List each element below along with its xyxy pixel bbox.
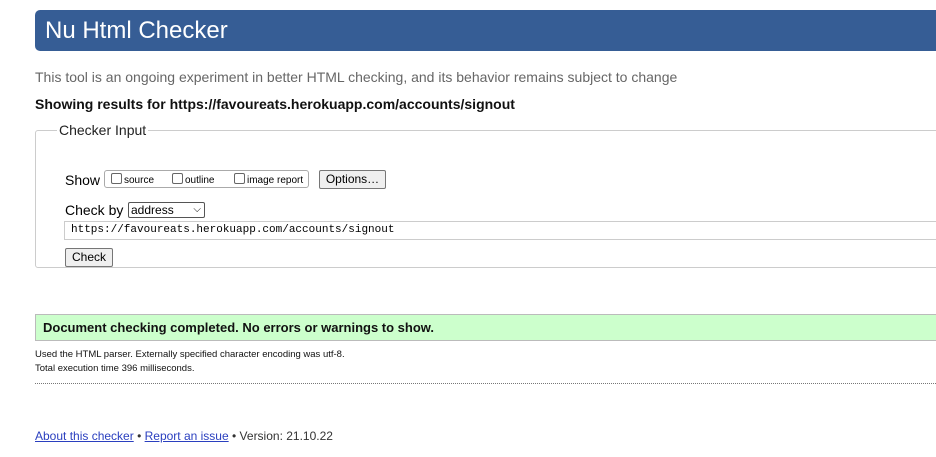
page-title: Nu Html Checker [35,10,936,51]
intro-text: This tool is an ongoing experiment in be… [35,69,678,85]
footer-separator: • [232,429,237,443]
checker-input-legend: Checker Input [59,122,147,138]
check-by-select[interactable]: address ⌵ [128,202,205,218]
result-details: Used the HTML parser. Externally specifi… [35,348,345,376]
report-issue-link[interactable]: Report an issue [145,429,229,443]
chevron-down-icon: ⌵ [193,204,201,215]
showing-results-heading: Showing results for https://favoureats.h… [35,96,515,112]
check-by-value: address [131,203,174,217]
show-label: Show [65,172,101,188]
source-label: source [124,175,155,186]
version-text: Version: 21.10.22 [239,429,333,443]
image-report-label: image report [247,175,304,186]
url-input[interactable]: https://favoureats.herokuapp.com/account… [64,221,936,240]
outline-label: outline [185,175,215,186]
show-source-option[interactable]: source [111,173,154,186]
check-by-label: Check by [65,202,124,218]
checker-input-fieldset: Checker Input Show source outline image … [35,122,936,268]
show-options-group: source outline image report [104,170,309,188]
parser-note: Used the HTML parser. Externally specifi… [35,349,345,360]
about-checker-link[interactable]: About this checker [35,429,134,443]
success-status-banner: Document checking completed. No errors o… [35,314,936,341]
image-report-checkbox[interactable] [234,173,245,184]
check-button[interactable]: Check [65,248,113,267]
dotted-divider [35,383,936,384]
options-button[interactable]: Options… [319,170,386,189]
source-checkbox[interactable] [111,173,122,184]
footer-separator: • [137,429,142,443]
show-outline-option[interactable]: outline [172,173,214,186]
outline-checkbox[interactable] [172,173,183,184]
execution-time: Total execution time 396 milliseconds. [35,363,195,374]
footer: About this checker • Report an issue • V… [35,429,333,443]
show-image-report-option[interactable]: image report [234,173,303,186]
